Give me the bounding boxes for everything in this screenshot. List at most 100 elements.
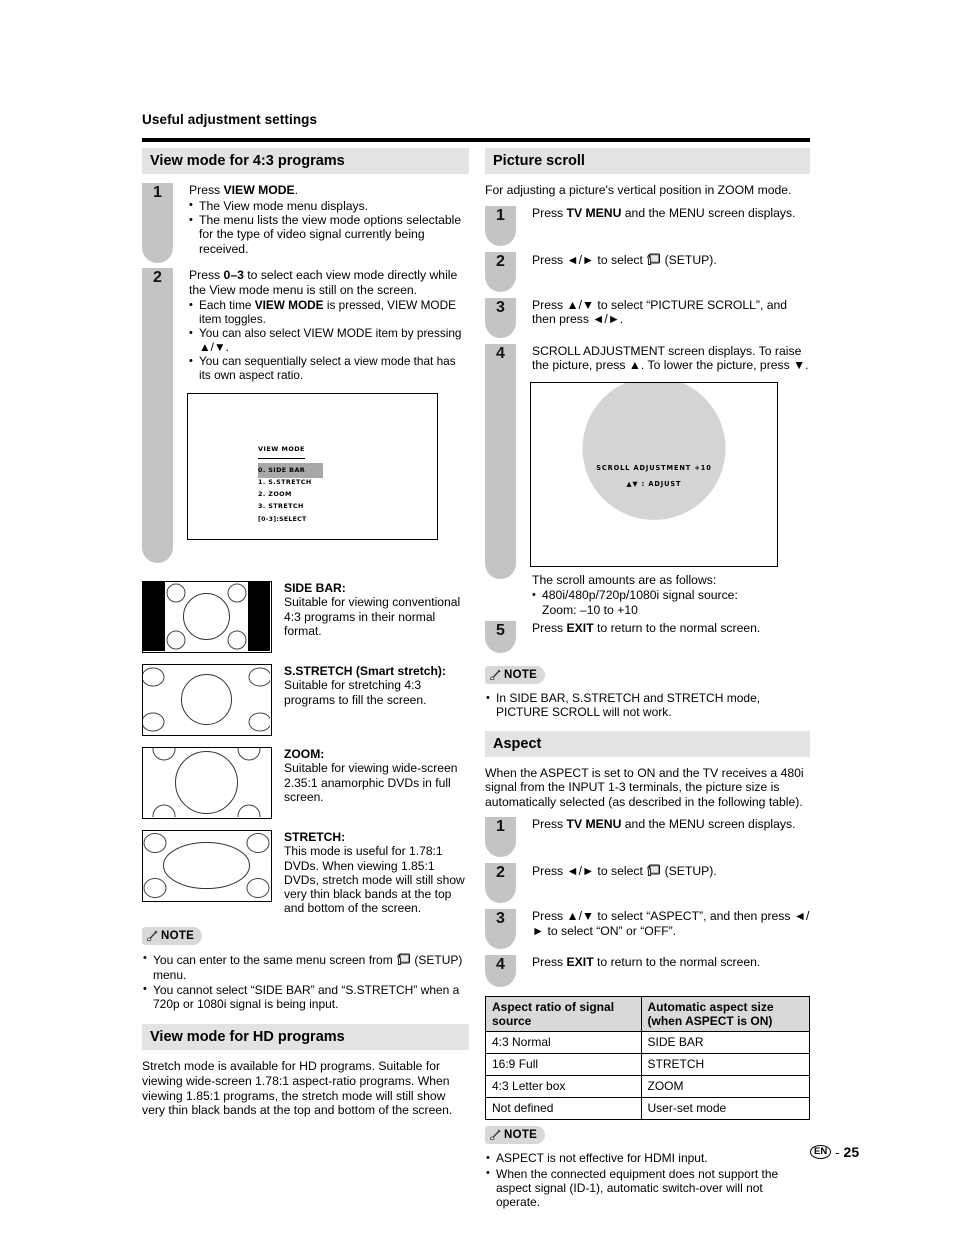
view-mode-row-stretch: STRETCH: This mode is useful for 1.78:1 … xyxy=(142,830,469,916)
aspect-intro: When the ASPECT is set to ON and the TV … xyxy=(485,765,804,809)
step-instruction: Press 0–3 to select each view mode direc… xyxy=(189,268,458,297)
table-row: 4:3 Normal SIDE BAR xyxy=(485,1031,811,1055)
table-header-row: Aspect ratio of signal source Automatic … xyxy=(485,996,811,1033)
step-2-picture-scroll: 2 Press ◄/► to select (SETUP). xyxy=(485,251,810,292)
table-cell: ZOOM xyxy=(640,1075,811,1099)
table-cell: Not defined xyxy=(485,1097,642,1121)
table-cell: 16:9 Full xyxy=(485,1053,642,1077)
osd-menu-item-stretch: 3. STRETCH xyxy=(258,502,304,511)
step-number: 5 xyxy=(496,622,505,640)
osd-adjust-hint-line: ▲▼ : ADJUST xyxy=(626,479,682,488)
setup-tv-icon xyxy=(647,864,661,877)
key-label: TV MENU xyxy=(566,817,622,832)
stretch-figure-svg xyxy=(143,831,270,900)
setup-tv-icon xyxy=(397,953,411,965)
table-header-cell: Automatic aspect size (when ASPECT is ON… xyxy=(640,996,811,1033)
step-4-picture-scroll: 4 SCROLL ADJUSTMENT screen displays. To … xyxy=(485,343,810,618)
table-cell: User-set mode xyxy=(640,1097,811,1121)
bullet-item: You can also select VIEW MODE item by pr… xyxy=(189,326,469,355)
step-3-picture-scroll: 3 Press ▲/▼ to select “PICTURE SCROLL”, … xyxy=(485,297,810,338)
table-cell: 4:3 Normal xyxy=(485,1031,642,1055)
osd-view-mode-menu: VIEW MODE 0. SIDE BAR 1. S.STRETCH 2. ZO… xyxy=(187,393,438,541)
note-label: NOTE xyxy=(161,929,195,942)
view-mode-name: ZOOM: xyxy=(284,747,325,761)
key-label: VIEW MODE xyxy=(223,183,295,197)
side-bar-diagram xyxy=(142,581,272,653)
view-mode-illustrations: SIDE BAR: Suitable for viewing conventio… xyxy=(142,581,469,916)
view-mode-description: Suitable for viewing wide-screen 2.35:1 … xyxy=(284,761,458,804)
step-number-marker: 2 xyxy=(485,251,516,292)
step-bullets: The View mode menu displays. The menu li… xyxy=(189,198,469,257)
bullet-item: Each time VIEW MODE is pressed, VIEW MOD… xyxy=(189,298,469,327)
section-header-view-mode-hd: View mode for HD programs xyxy=(142,1024,469,1051)
osd-menu-footer-hint: [0-3]:SELECT xyxy=(258,515,307,523)
step-number-marker: 2 xyxy=(485,863,516,904)
step-body: Press TV MENU and the MENU screen displa… xyxy=(532,205,796,220)
table-header-cell: Aspect ratio of signal source xyxy=(485,996,642,1033)
header-rule xyxy=(142,138,810,142)
step-number-marker: 3 xyxy=(485,297,516,338)
note-items: ASPECT is not effective for HDMI input. … xyxy=(485,1151,810,1209)
stretch-diagram xyxy=(142,830,272,902)
step-2-view-mode: 2 Press 0–3 to select each view mode dir… xyxy=(142,268,469,563)
section-title: Aspect xyxy=(493,735,542,752)
side-bar-figure-svg xyxy=(143,582,270,651)
note-item: You can enter to the same menu screen fr… xyxy=(142,951,469,982)
pencil-icon xyxy=(147,930,158,941)
zoom-diagram xyxy=(142,747,272,819)
section-header-picture-scroll: Picture scroll xyxy=(485,148,810,174)
note-label: NOTE xyxy=(504,669,538,682)
view-mode-row-zoom: ZOOM: Suitable for viewing wide-screen 2… xyxy=(142,747,469,819)
bullet-item: 480i/480p/720p/1080i signal source:Zoom:… xyxy=(532,588,810,617)
step-2-aspect: 2 Press ◄/► to select (SETUP). xyxy=(485,863,810,904)
section-header-aspect: Aspect xyxy=(485,730,810,757)
section-title: View mode for 4:3 programs xyxy=(150,153,345,169)
step-body: Press TV MENU and the MENU screen displa… xyxy=(532,817,796,832)
step-number-marker: 1 xyxy=(142,183,173,263)
step-number: 1 xyxy=(496,206,505,224)
pencil-icon xyxy=(490,1129,501,1141)
note-item: In SIDE BAR, S.STRETCH and STRETCH mode,… xyxy=(485,691,810,720)
step-5-picture-scroll: 5 Press EXIT to return to the normal scr… xyxy=(485,621,810,654)
step-body: Press ◄/► to select (SETUP). xyxy=(532,864,717,879)
step-1-aspect: 1 Press TV MENU and the MENU screen disp… xyxy=(485,817,810,858)
scroll-amounts-heading: The scroll amounts are as follows: xyxy=(532,572,717,587)
note-items: In SIDE BAR, S.STRETCH and STRETCH mode,… xyxy=(485,691,810,720)
step-body: Press ▲/▼ to select “ASPECT”, and then p… xyxy=(532,909,810,938)
step-number: 4 xyxy=(496,956,505,974)
step-instruction: SCROLL ADJUSTMENT screen displays. To ra… xyxy=(532,343,809,373)
note-label: NOTE xyxy=(504,1129,538,1142)
step-number: 1 xyxy=(153,184,162,201)
step-number-marker: 2 xyxy=(142,268,173,563)
table-row: Not defined User-set mode xyxy=(485,1097,811,1121)
view-mode-description: Suitable for viewing conventional 4:3 pr… xyxy=(284,595,461,638)
step-number: 2 xyxy=(496,864,505,882)
page-footer: EN - 25 xyxy=(810,1144,859,1160)
step-1-picture-scroll: 1 Press TV MENU and the MENU screen disp… xyxy=(485,205,810,246)
view-mode-description: Suitable for stretching 4:3 programs to … xyxy=(284,678,427,707)
step-number: 2 xyxy=(153,269,162,286)
step-number-marker: 1 xyxy=(485,817,516,858)
table-row: 4:3 Letter box ZOOM xyxy=(485,1075,811,1099)
note-block-picture-scroll: NOTE In SIDE BAR, S.STRETCH and STRETCH … xyxy=(485,666,810,719)
step-body: Press VIEW MODE. The View mode menu disp… xyxy=(173,183,469,263)
bullet-item: You can sequentially select a view mode … xyxy=(189,354,469,383)
note-block-aspect: NOTE ASPECT is not effective for HDMI in… xyxy=(485,1126,810,1209)
step-body: Press ▲/▼ to select “PICTURE SCROLL”, an… xyxy=(532,297,788,327)
view-mode-caption: SIDE BAR: Suitable for viewing conventio… xyxy=(272,581,469,653)
step-number: 2 xyxy=(496,252,505,270)
section-title: Picture scroll xyxy=(493,153,585,169)
view-mode-name: S.STRETCH (Smart stretch): xyxy=(284,664,446,678)
osd-gray-circle xyxy=(582,382,726,520)
step-1-view-mode: 1 Press VIEW MODE. The View mode menu di… xyxy=(142,183,469,263)
left-column: View mode for 4:3 programs 1 Press VIEW … xyxy=(142,148,469,1118)
step-4-aspect: 4 Press EXIT to return to the normal scr… xyxy=(485,955,810,988)
step-instruction: Press VIEW MODE. xyxy=(189,183,299,197)
manual-page: Useful adjustment settings View mode for… xyxy=(0,0,954,1235)
s-stretch-diagram xyxy=(142,664,272,736)
step-number-marker: 4 xyxy=(485,343,516,579)
bullet-item: The menu lists the view mode options sel… xyxy=(189,212,469,256)
note-badge: NOTE xyxy=(485,666,546,685)
step-bullets: Each time VIEW MODE is pressed, VIEW MOD… xyxy=(189,298,469,383)
section-header-view-mode-43: View mode for 4:3 programs xyxy=(142,148,469,174)
